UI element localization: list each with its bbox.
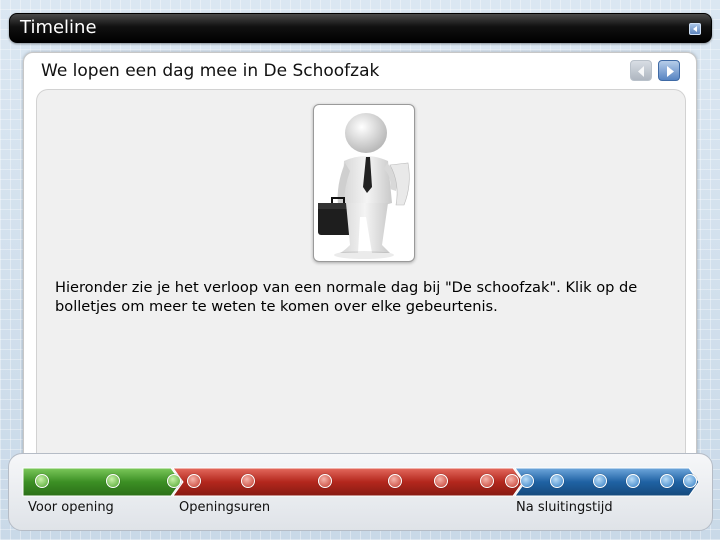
timeline-dot[interactable] <box>106 474 120 488</box>
slide-panel: We lopen een dag mee in De Schoofzak Hie… <box>23 52 697 473</box>
timeline-dot[interactable] <box>683 474 697 488</box>
timeline-dot[interactable] <box>318 474 332 488</box>
intro-text: Hieronder zie je het verloop van een nor… <box>55 279 638 315</box>
prev-arrow-icon <box>638 66 644 77</box>
segment-label-na-sluitingstijd: Na sluitingstijd <box>516 500 613 515</box>
timeline-dot[interactable] <box>593 474 607 488</box>
window-title: Timeline <box>20 17 97 38</box>
timeline-track <box>22 467 700 497</box>
timeline-dot[interactable] <box>660 474 674 488</box>
timeline-dot[interactable] <box>434 474 448 488</box>
next-arrow-icon <box>667 66 674 77</box>
timeline-dot[interactable] <box>167 474 181 488</box>
segment-label-openingsuren: Openingsuren <box>179 500 271 515</box>
timeline-dot[interactable] <box>388 474 402 488</box>
segment-openingsuren <box>172 467 524 497</box>
slide-content: Hieronder zie je het verloop van een nor… <box>36 89 686 473</box>
window-titlebar: Timeline <box>9 13 712 43</box>
timeline-dot[interactable] <box>480 474 494 488</box>
prev-button[interactable] <box>630 60 652 81</box>
timeline-dot[interactable] <box>241 474 255 488</box>
timeline-bar: Voor opening Openingsuren Na sluitingsti… <box>8 453 713 531</box>
back-icon[interactable] <box>689 23 701 35</box>
next-button[interactable] <box>658 60 680 81</box>
timeline-dot[interactable] <box>626 474 640 488</box>
timeline-dot[interactable] <box>187 474 201 488</box>
slide-heading: We lopen een dag mee in De Schoofzak <box>41 61 380 81</box>
timeline-dot[interactable] <box>520 474 534 488</box>
timeline-dot[interactable] <box>550 474 564 488</box>
businessman-illustration <box>313 104 415 262</box>
timeline-dot[interactable] <box>505 474 519 488</box>
segment-label-voor-opening: Voor opening <box>28 500 114 515</box>
timeline-dot[interactable] <box>35 474 49 488</box>
